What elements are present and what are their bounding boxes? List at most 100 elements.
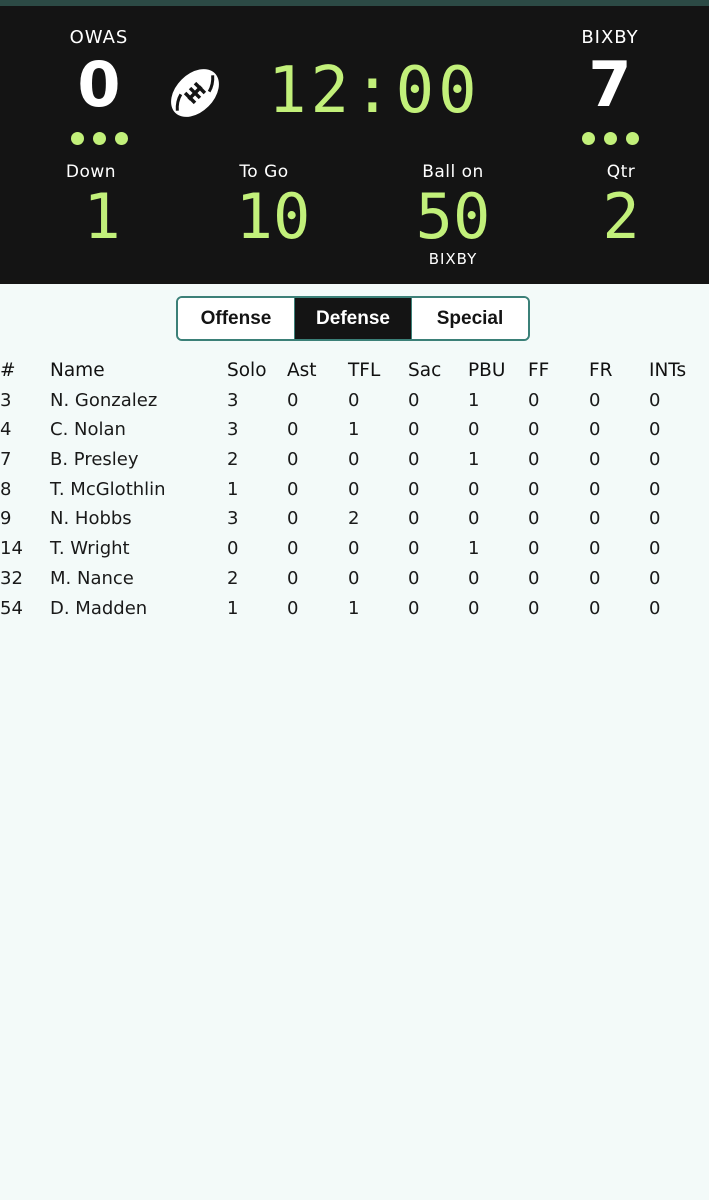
table-cell: 0	[528, 508, 540, 530]
player-name-cell: D. Madden	[50, 597, 148, 619]
table-cell: 8	[0, 478, 12, 500]
table-cell: 0	[287, 449, 299, 471]
table-cell: 1	[227, 478, 239, 500]
column-header: FF	[528, 360, 550, 381]
table-cell: 0	[589, 597, 601, 619]
table-cell: 1	[468, 538, 480, 560]
ball-on-value: 50	[415, 180, 491, 253]
table-cell: 0	[287, 567, 299, 589]
table-cell: 0	[408, 508, 420, 530]
player-name-cell: M. Nance	[50, 567, 134, 589]
column-header: Solo	[227, 360, 267, 381]
table-cell: 3	[227, 419, 239, 441]
table-cell: 0	[408, 567, 420, 589]
table-cell: 0	[287, 597, 299, 619]
table-cell: 3	[227, 389, 239, 411]
home-team-score: 0	[77, 48, 121, 121]
table-cell: 0	[528, 419, 540, 441]
table-cell: 0	[348, 567, 360, 589]
table-cell: 0	[649, 419, 661, 441]
timeout-dot	[581, 132, 595, 145]
football-icon	[171, 69, 219, 117]
table-body: 3 N. Gonzalez 3 0 0 0 1 0 0 0 4 C. Nolan 3 0 1 0 0 0 0 0 7 B.…	[0, 386, 709, 624]
table-cell: 0	[649, 508, 661, 530]
to-go-label: To Go	[239, 162, 289, 182]
timeout-dot	[114, 132, 128, 145]
home-timeouts	[29, 132, 169, 145]
player-name-cell: N. Hobbs	[50, 508, 132, 530]
player-name-cell: C. Nolan	[50, 419, 126, 441]
stats-category-tabs: Offense Defense Special	[176, 296, 530, 341]
table-cell: 0	[408, 597, 420, 619]
table-cell: 0	[468, 567, 480, 589]
table-cell: 0	[408, 389, 420, 411]
table-cell: 1	[348, 597, 360, 619]
player-name-cell: B. Presley	[50, 449, 139, 471]
table-cell: 0	[287, 419, 299, 441]
table-cell: 0	[589, 389, 601, 411]
table-cell: 0	[649, 597, 661, 619]
table-cell: 9	[0, 508, 12, 530]
table-row: 7 B. Presley 2 0 0 0 1 0 0 0	[0, 445, 709, 475]
table-cell: 0	[468, 419, 480, 441]
table-cell: 0	[348, 449, 360, 471]
table-cell: 0	[287, 389, 299, 411]
table-cell: 4	[0, 419, 12, 441]
table-row: 14 T. Wright 0 0 0 0 1 0 0 0	[0, 534, 709, 564]
scoreboard: OWAS 0 12:00 BIXBY 7 Down 1 To Go 10 Bal…	[0, 6, 709, 284]
table-header-row: # Name Solo Ast TFL Sac PBU FF FR INTs	[0, 356, 709, 386]
table-cell: 0	[589, 508, 601, 530]
tab-defense[interactable]: Defense	[294, 298, 411, 339]
game-clock: 12:00	[268, 54, 481, 128]
table-cell: 0	[528, 478, 540, 500]
table-cell: 14	[0, 538, 23, 560]
player-name-cell: N. Gonzalez	[50, 389, 158, 411]
column-header: Name	[50, 360, 105, 381]
down-value: 1	[83, 180, 121, 253]
column-header: TFL	[348, 360, 381, 381]
ball-on-label: Ball on	[422, 162, 484, 182]
table-cell: 0	[589, 419, 601, 441]
table-cell: 0	[528, 389, 540, 411]
table-cell: 0	[348, 538, 360, 560]
ball-on-side: BIXBY	[428, 250, 478, 268]
player-name-cell: T. Wright	[50, 538, 130, 560]
table-cell: 0	[528, 538, 540, 560]
column-header: #	[0, 360, 16, 381]
table-cell: 2	[227, 567, 239, 589]
home-team-name: OWAS	[69, 27, 129, 48]
table-cell: 0	[649, 478, 661, 500]
table-cell: 0	[649, 567, 661, 589]
table-cell: 0	[589, 478, 601, 500]
table-cell: 0	[287, 478, 299, 500]
tab-offense[interactable]: Offense	[178, 298, 294, 339]
table-row: 32 M. Nance 2 0 0 0 0 0 0 0	[0, 564, 709, 594]
table-cell: 0	[589, 449, 601, 471]
table-cell: 0	[348, 389, 360, 411]
table-cell: 0	[408, 538, 420, 560]
quarter-value: 2	[602, 180, 640, 253]
table-cell: 1	[468, 449, 480, 471]
table-cell: 0	[468, 508, 480, 530]
down-label: Down	[65, 162, 117, 182]
table-cell: 0	[408, 419, 420, 441]
table-cell: 3	[0, 389, 12, 411]
timeout-dot	[70, 132, 84, 145]
to-go-value: 10	[235, 180, 311, 253]
table-cell: 0	[649, 389, 661, 411]
timeout-dot	[603, 132, 617, 145]
table-cell: 0	[649, 538, 661, 560]
player-name-cell: T. McGlothlin	[50, 478, 166, 500]
column-header: INTs	[649, 360, 687, 381]
tab-special[interactable]: Special	[411, 298, 528, 339]
table-cell: 0	[528, 567, 540, 589]
table-cell: 0	[468, 478, 480, 500]
table-row: 9 N. Hobbs 3 0 2 0 0 0 0 0	[0, 504, 709, 534]
table-cell: 2	[348, 508, 360, 530]
timeout-dot	[625, 132, 639, 145]
table-row: 3 N. Gonzalez 3 0 0 0 1 0 0 0	[0, 386, 709, 416]
table-cell: 1	[227, 597, 239, 619]
table-cell: 0	[287, 508, 299, 530]
column-header: Sac	[408, 360, 442, 381]
table-cell: 0	[468, 597, 480, 619]
